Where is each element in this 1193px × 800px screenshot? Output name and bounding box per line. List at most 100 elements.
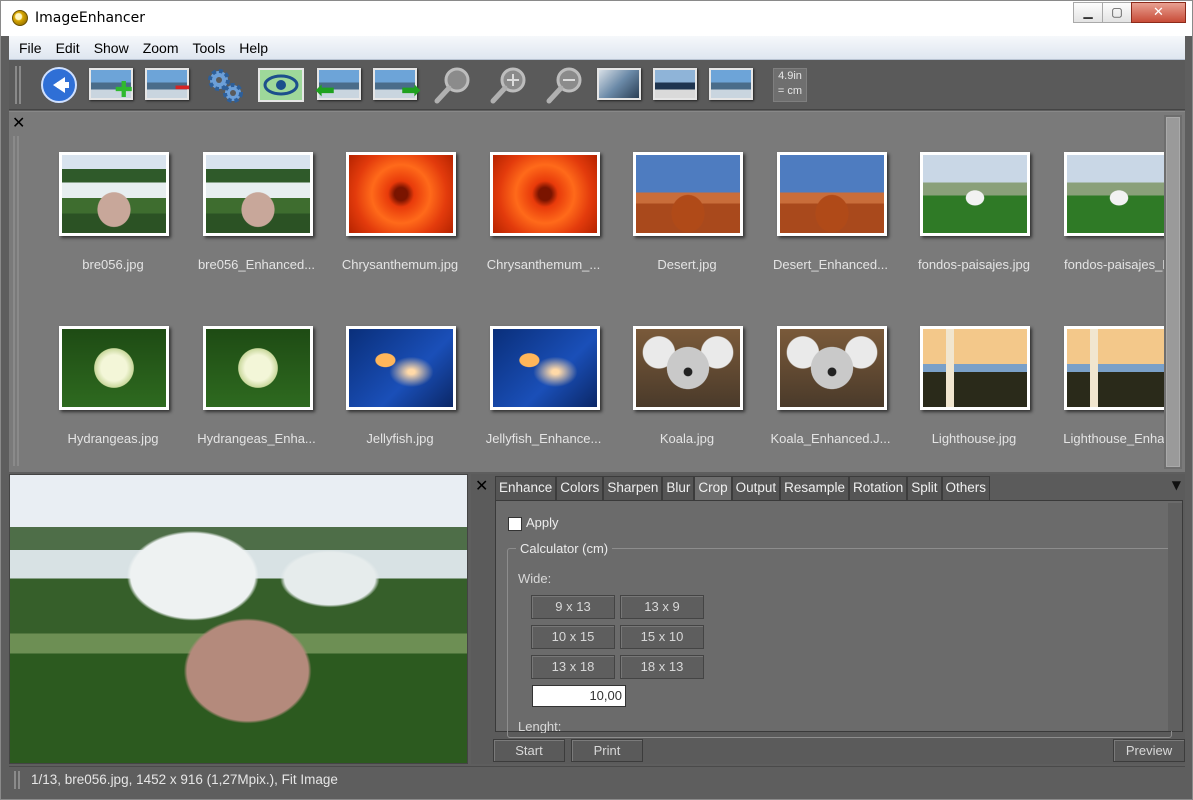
- toolbar-grip[interactable]: [15, 66, 21, 104]
- size-button-9x13[interactable]: 9 x 13: [531, 595, 615, 619]
- back-button[interactable]: [35, 65, 83, 105]
- menu-zoom[interactable]: Zoom: [143, 40, 179, 56]
- thumbnail-image[interactable]: [202, 326, 313, 410]
- menu-show[interactable]: Show: [94, 40, 129, 56]
- thumbnail-item[interactable]: fondos-paisajes_E: [1053, 152, 1183, 302]
- zoom-out-button[interactable]: [541, 65, 589, 105]
- thumbnail-image[interactable]: [1063, 326, 1174, 410]
- tab-split[interactable]: Split: [907, 476, 942, 500]
- thumbnail-image[interactable]: [776, 152, 887, 236]
- thumbnail-item[interactable]: Lighthouse.jpg: [909, 326, 1039, 476]
- thumbnail-image[interactable]: [489, 326, 600, 410]
- previous-image-icon: ⬅: [315, 68, 361, 104]
- size-button-10x15[interactable]: 10 x 15: [531, 625, 615, 649]
- thumbnail-item[interactable]: bre056.jpg: [48, 152, 178, 302]
- thumbnail-image[interactable]: [1063, 152, 1174, 236]
- next-image-button[interactable]: ➡: [371, 65, 421, 105]
- thumbnail-image[interactable]: [920, 326, 1030, 410]
- start-button[interactable]: Start: [493, 739, 565, 762]
- thumbnail-label: fondos-paisajes_E: [1064, 257, 1171, 272]
- thumbnail-item[interactable]: bre056_Enhanced...: [192, 152, 322, 302]
- thumbnail-image[interactable]: [489, 152, 600, 236]
- settings-button[interactable]: [201, 65, 249, 105]
- thumbnail-label: Jellyfish.jpg: [366, 431, 434, 446]
- thumbnail-image[interactable]: [346, 152, 456, 236]
- thumbnail-image[interactable]: [59, 152, 169, 236]
- tab-sharpen[interactable]: Sharpen: [603, 476, 663, 500]
- fit-image-button[interactable]: [595, 65, 643, 105]
- thumbnail-image[interactable]: [346, 326, 456, 410]
- thumbnail-image[interactable]: [633, 326, 743, 410]
- thumbnail-item[interactable]: Koala.jpg: [622, 326, 752, 476]
- scrollbar-thumb[interactable]: [1166, 117, 1180, 467]
- thumbnail-item[interactable]: Jellyfish_Enhance...: [479, 326, 609, 476]
- actual-size-button[interactable]: [651, 65, 699, 105]
- tab-resample[interactable]: Resample: [780, 476, 849, 500]
- tab-colors[interactable]: Colors: [556, 476, 604, 500]
- add-image-button[interactable]: ✚: [87, 65, 135, 105]
- thumbnail-item[interactable]: Chrysanthemum_...: [479, 152, 609, 302]
- back-icon: [41, 67, 77, 103]
- thumbnail-image[interactable]: [59, 326, 169, 410]
- thumbnail-item[interactable]: Desert.jpg: [622, 152, 752, 302]
- thumbnail-image[interactable]: [920, 152, 1030, 236]
- minimize-icon: ▁: [1083, 5, 1093, 19]
- minimize-button[interactable]: ▁: [1073, 2, 1103, 23]
- zoom-icon: [434, 67, 470, 104]
- tab-enhance[interactable]: Enhance: [495, 476, 557, 500]
- thumbnail-item[interactable]: fondos-paisajes.jpg: [909, 152, 1039, 302]
- thumbnail-item[interactable]: Jellyfish.jpg: [335, 326, 465, 476]
- app-window: ImageEnhancer ▁ ▢ ✕ File Edit Show Zoom …: [0, 0, 1193, 800]
- apply-checkbox[interactable]: [508, 517, 522, 531]
- zoom-in-button[interactable]: [485, 65, 533, 105]
- thumbnail-item[interactable]: Desert_Enhanced...: [766, 152, 896, 302]
- tab-dropdown-icon[interactable]: ▼: [1172, 478, 1181, 492]
- thumbnail-image[interactable]: [202, 152, 313, 236]
- tab-rotation[interactable]: Rotation: [848, 476, 908, 500]
- print-button[interactable]: Print: [571, 739, 643, 762]
- tab-output[interactable]: Output: [731, 476, 781, 500]
- view-button[interactable]: [257, 65, 305, 105]
- tab-crop[interactable]: Crop: [694, 476, 732, 500]
- toolbar: ✚ ━ ⬅ ➡ 4.9in = cm: [9, 60, 1185, 110]
- close-thumbnails-icon[interactable]: ✕: [12, 113, 25, 132]
- remove-image-button[interactable]: ━: [143, 65, 191, 105]
- thumbnail-scrollbar[interactable]: [1164, 115, 1182, 469]
- tab-others[interactable]: Others: [941, 476, 991, 500]
- thumbnail-image[interactable]: [776, 326, 887, 410]
- statusbar-grip: [14, 771, 20, 789]
- menu-tools[interactable]: Tools: [193, 40, 226, 56]
- menu-file[interactable]: File: [19, 40, 42, 56]
- close-properties-icon[interactable]: ✕: [475, 476, 488, 495]
- thumbnail-item[interactable]: Koala_Enhanced.J...: [766, 326, 896, 476]
- thumbnail-label: Hydrangeas.jpg: [67, 431, 159, 446]
- zoom-in-icon: [490, 67, 526, 104]
- size-button-13x18[interactable]: 13 x 18: [531, 655, 615, 679]
- thumbnail-image[interactable]: [633, 152, 743, 236]
- menu-help[interactable]: Help: [239, 40, 268, 56]
- thumbnail-pane-grip[interactable]: [13, 136, 19, 466]
- preview-button[interactable]: Preview: [1113, 739, 1185, 762]
- size-button-18x13[interactable]: 18 x 13: [620, 655, 704, 679]
- image-preview[interactable]: [9, 474, 468, 764]
- unit-toggle-button[interactable]: 4.9in = cm: [773, 68, 807, 102]
- thumbnail-item[interactable]: Hydrangeas_Enha...: [192, 326, 322, 476]
- maximize-button[interactable]: ▢: [1102, 2, 1132, 23]
- wide-value-input[interactable]: 10,00: [532, 685, 626, 707]
- size-button-15x10[interactable]: 15 x 10: [620, 625, 704, 649]
- zoom-button[interactable]: [429, 65, 477, 105]
- apply-label: Apply: [526, 515, 559, 530]
- resize-image-button[interactable]: [707, 65, 755, 105]
- previous-image-button[interactable]: ⬅: [315, 65, 363, 105]
- thumbnail-item[interactable]: Chrysanthemum.jpg: [335, 152, 465, 302]
- zoom-out-icon: [546, 67, 582, 104]
- panel-scrollbar[interactable]: [1168, 503, 1182, 731]
- tab-blur[interactable]: Blur: [662, 476, 695, 500]
- close-window-button[interactable]: ✕: [1131, 2, 1186, 23]
- length-label: Lenght:: [518, 719, 562, 733]
- thumbnail-label: Koala_Enhanced.J...: [770, 431, 891, 446]
- size-button-13x9[interactable]: 13 x 9: [620, 595, 704, 619]
- thumbnail-item[interactable]: Lighthouse_Enhan: [1053, 326, 1183, 476]
- menu-edit[interactable]: Edit: [56, 40, 80, 56]
- thumbnail-item[interactable]: Hydrangeas.jpg: [48, 326, 178, 476]
